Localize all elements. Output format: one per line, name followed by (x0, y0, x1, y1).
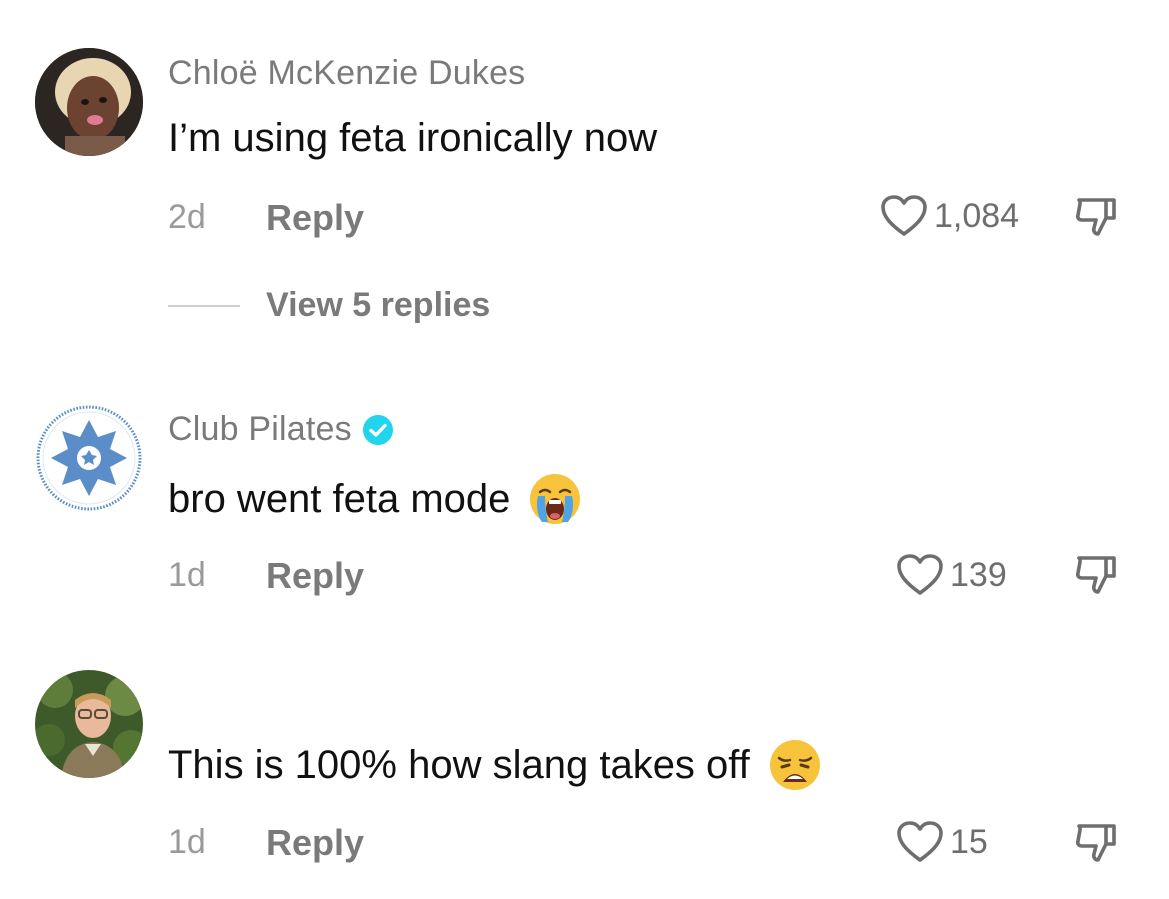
comment-age: 1d (168, 556, 206, 594)
comment-text: This is 100% how slang takes off (168, 738, 822, 792)
username-label: Chloë McKenzie Dukes (168, 54, 526, 92)
comment-age: 2d (168, 198, 206, 236)
comment-text: bro went feta mode (168, 472, 582, 526)
like-button[interactable]: 1,084 (880, 194, 1019, 238)
comment-text-label: I’m using feta ironically now (168, 116, 658, 160)
loudly-crying-face-emoji (528, 472, 582, 526)
reply-button[interactable]: Reply (266, 822, 364, 864)
like-count: 15 (950, 822, 988, 861)
like-button[interactable]: 139 (896, 553, 1007, 597)
thumbs-down-icon (1072, 818, 1122, 868)
view-replies-label: View 5 replies (266, 286, 491, 324)
avatar[interactable] (35, 48, 143, 156)
avatar[interactable] (35, 670, 143, 778)
comment-1: Chloë McKenzie Dukes I’m using feta iron… (0, 0, 1169, 360)
reply-button[interactable]: Reply (266, 555, 364, 597)
like-count: 139 (950, 555, 1007, 594)
comment-text: I’m using feta ironically now (168, 116, 657, 161)
username-label: Club Pilates (168, 410, 352, 448)
heart-outline-icon (880, 194, 928, 238)
like-button[interactable]: 15 (896, 820, 988, 864)
dislike-button[interactable] (1072, 818, 1122, 868)
reply-button[interactable]: Reply (266, 197, 364, 239)
view-replies-button[interactable]: View 5 replies (168, 286, 490, 325)
divider (168, 304, 240, 307)
heart-outline-icon (896, 553, 944, 597)
comment-text-label: bro went feta mode (168, 476, 511, 521)
comment-age: 1d (168, 823, 206, 861)
weary-face-emoji (768, 738, 822, 792)
thumbs-down-icon (1072, 550, 1122, 600)
username[interactable]: Club Pilates (168, 410, 394, 449)
username[interactable]: Chloë McKenzie Dukes (168, 54, 525, 93)
heart-outline-icon (896, 820, 944, 864)
comment-text-label: This is 100% how slang takes off (168, 742, 750, 787)
like-count: 1,084 (934, 196, 1020, 235)
thumbs-down-icon (1072, 192, 1122, 242)
dislike-button[interactable] (1072, 550, 1122, 600)
verified-badge-icon (362, 414, 394, 446)
dislike-button[interactable] (1072, 192, 1122, 242)
avatar[interactable] (35, 404, 143, 512)
